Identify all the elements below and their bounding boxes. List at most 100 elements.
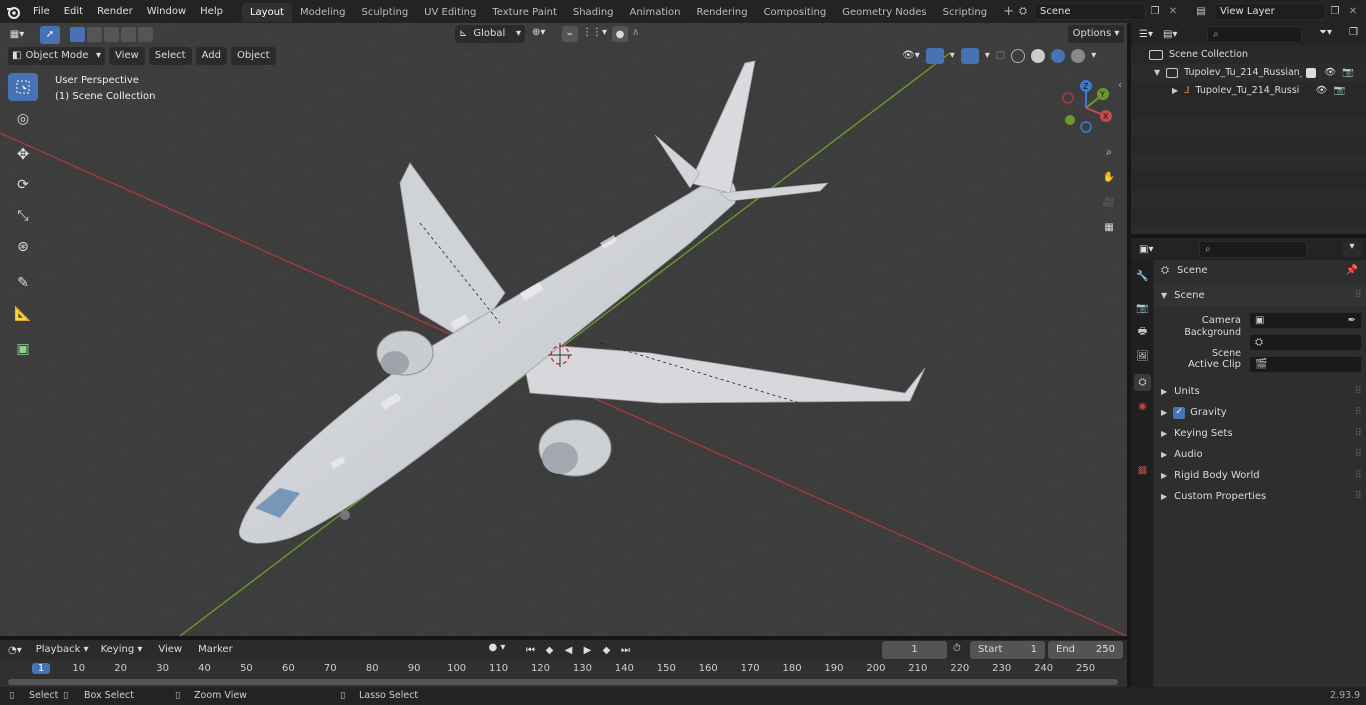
- units-panel-header[interactable]: ▶ Units ⠿: [1155, 381, 1366, 402]
- perspective-toggle-icon[interactable]: ▦: [1098, 216, 1120, 238]
- outliner-row-collection[interactable]: ▼ Tupolev_Tu_214_Russian_Gov 👁 📷: [1131, 64, 1366, 82]
- timeline-menu-playback[interactable]: Playback ▾: [31, 641, 93, 659]
- timeline-ruler[interactable]: 1 10 20 30 40 50 60 70 80 90 100 110 120 130 140 150 160…: [0, 660, 1127, 687]
- rigid-body-world-panel-header[interactable]: ▶ Rigid Body World ⠿: [1155, 465, 1366, 486]
- viewport-menu-add[interactable]: Add: [195, 46, 227, 65]
- menu-help[interactable]: Help: [193, 0, 230, 23]
- drag-handle-icon[interactable]: ⠿: [1355, 423, 1362, 444]
- proportional-edit-icon[interactable]: ●: [612, 26, 628, 42]
- camera-icon[interactable]: 📷: [1334, 82, 1346, 100]
- properties-editor-type-icon[interactable]: ▣▾: [1139, 244, 1153, 255]
- drag-handle-icon[interactable]: ⠿: [1355, 465, 1362, 486]
- viewport-menu-object[interactable]: Object: [230, 46, 276, 65]
- tab-texture-paint[interactable]: Texture Paint: [484, 3, 565, 22]
- xray-toggle-icon[interactable]: ▢: [996, 50, 1005, 61]
- expand-arrow-icon[interactable]: ▼: [1154, 64, 1160, 82]
- cursor-tool[interactable]: ◎: [8, 105, 38, 133]
- timeline-menu-marker[interactable]: Marker: [192, 641, 239, 659]
- add-cube-tool[interactable]: ▣: [8, 335, 38, 363]
- move-tool[interactable]: ✥: [8, 140, 38, 168]
- scene-selector[interactable]: ⛭ Scene ❐ ✕: [1012, 2, 1182, 20]
- custom-properties-panel-header[interactable]: ▶ Custom Properties ⠿: [1155, 486, 1366, 507]
- current-frame-field[interactable]: 1: [882, 641, 947, 659]
- new-scene-icon[interactable]: ❐: [1146, 6, 1164, 17]
- record-button-icon[interactable]: ● ▾: [482, 642, 512, 658]
- visibility-icon[interactable]: 👁▾: [902, 50, 920, 61]
- drag-handle-icon[interactable]: ⠿: [1355, 402, 1362, 423]
- expand-arrow-icon[interactable]: ▶: [1172, 82, 1178, 100]
- audio-panel-header[interactable]: ▶ Audio ⠿: [1155, 444, 1366, 465]
- snap-target-icon[interactable]: ⋮⋮▾: [582, 27, 607, 38]
- close-scene-icon[interactable]: ✕: [1164, 6, 1182, 17]
- exclude-checkbox-icon[interactable]: [1306, 68, 1317, 78]
- rendered-shading-icon[interactable]: [1071, 48, 1086, 63]
- properties-search-input[interactable]: ⌕: [1199, 241, 1307, 258]
- render-tab[interactable]: 📷: [1134, 300, 1151, 317]
- overlay-toggle-icon[interactable]: [960, 47, 979, 64]
- chevron-down-icon[interactable]: ▾: [950, 50, 955, 61]
- object-mode-dropdown[interactable]: ◧ Object Mode ▾: [8, 46, 105, 65]
- outliner-row-scene-collection[interactable]: Scene Collection: [1131, 46, 1366, 64]
- menu-render[interactable]: Render: [90, 0, 140, 23]
- sidebar-toggle-icon[interactable]: ‹: [1118, 80, 1122, 91]
- drag-handle-icon[interactable]: ⠿: [1355, 381, 1362, 402]
- active-clip-field[interactable]: 🎬: [1249, 356, 1362, 373]
- new-view-layer-icon[interactable]: ❐: [1326, 6, 1344, 17]
- menu-file[interactable]: File: [26, 0, 57, 23]
- 3d-viewport[interactable]: ▦▾ ➚ ⊾ Global ▾ ⊕▾ ⌁ ⋮⋮▾ ● ∧ Options ▾ ◧…: [0, 23, 1127, 636]
- play-reverse-icon[interactable]: ◀: [560, 642, 577, 660]
- drag-handle-icon[interactable]: ⠿: [1355, 444, 1362, 465]
- options-button[interactable]: Options ▾: [1068, 25, 1124, 43]
- next-keyframe-icon[interactable]: ◆: [598, 642, 615, 660]
- scale-tool[interactable]: ⤡: [8, 202, 38, 230]
- start-frame-field[interactable]: Start 1: [970, 641, 1045, 659]
- scene-panel-header[interactable]: ▼ Scene ⠿: [1155, 285, 1366, 306]
- end-frame-field[interactable]: End 250: [1048, 641, 1123, 659]
- zoom-view-icon[interactable]: ⌕: [1098, 141, 1120, 163]
- camera-field[interactable]: ▣ ✒: [1249, 312, 1362, 329]
- prev-keyframe-icon[interactable]: ◆: [541, 642, 558, 660]
- timeline-scrollbar[interactable]: [8, 679, 1118, 685]
- camera-icon[interactable]: 📷: [1342, 64, 1354, 82]
- texture-tab[interactable]: ▩: [1134, 462, 1151, 479]
- subtract-mode-icon[interactable]: [104, 27, 119, 42]
- tab-sculpting[interactable]: Sculpting: [353, 3, 416, 22]
- invert-mode-icon[interactable]: [121, 27, 136, 42]
- close-view-layer-icon[interactable]: ✕: [1344, 6, 1362, 17]
- timeline-menu-keying[interactable]: Keying ▾: [96, 641, 147, 659]
- eye-icon[interactable]: 👁: [1315, 82, 1327, 100]
- view-layer-selector[interactable]: ▤ View Layer ❐ ✕: [1188, 2, 1366, 20]
- wireframe-shading-icon[interactable]: [1011, 48, 1026, 63]
- tab-animation[interactable]: Animation: [622, 3, 689, 22]
- material-shading-icon[interactable]: [1051, 48, 1066, 63]
- timeline-editor-type-icon[interactable]: ◔▾: [8, 645, 22, 656]
- chevron-down-icon[interactable]: ▾: [985, 50, 990, 61]
- tab-geometry-nodes[interactable]: Geometry Nodes: [834, 3, 934, 22]
- set-mode-icon[interactable]: [70, 27, 85, 42]
- outliner-row-object[interactable]: ▶ ⅃ Tupolev_Tu_214_Russian 👁 📷: [1131, 82, 1366, 100]
- timeline-menu-view[interactable]: View: [152, 641, 189, 659]
- pan-view-icon[interactable]: ✋: [1098, 166, 1120, 188]
- world-tab[interactable]: ◉: [1134, 398, 1151, 415]
- tab-modeling[interactable]: Modeling: [292, 3, 354, 22]
- falloff-icon[interactable]: ∧: [632, 27, 639, 38]
- new-collection-icon[interactable]: ❐: [1349, 27, 1358, 38]
- background-scene-field[interactable]: ⛭: [1249, 334, 1362, 351]
- annotate-tool[interactable]: ✎: [8, 269, 38, 297]
- blender-logo-icon[interactable]: [0, 0, 26, 23]
- menu-window[interactable]: Window: [140, 0, 193, 23]
- selection-mode-group[interactable]: [70, 27, 153, 42]
- outliner-editor-type-icon[interactable]: ☰▾: [1139, 29, 1153, 40]
- play-icon[interactable]: ▶: [579, 642, 596, 660]
- select-tool-icon[interactable]: ➚: [40, 25, 60, 44]
- rotate-tool[interactable]: ⟳: [8, 171, 38, 199]
- chevron-down-icon[interactable]: ▾: [1343, 241, 1361, 257]
- view-layer-field[interactable]: View Layer: [1214, 2, 1326, 20]
- viewport-menu-view[interactable]: View: [109, 46, 145, 65]
- drag-handle-icon[interactable]: ⠿: [1355, 285, 1362, 306]
- tab-layout[interactable]: Layout: [241, 3, 292, 22]
- editor-type-icon[interactable]: ▦▾: [0, 25, 34, 45]
- camera-view-icon[interactable]: 🎥: [1098, 191, 1120, 213]
- tab-rendering[interactable]: Rendering: [688, 3, 755, 22]
- select-box-tool[interactable]: [8, 73, 38, 101]
